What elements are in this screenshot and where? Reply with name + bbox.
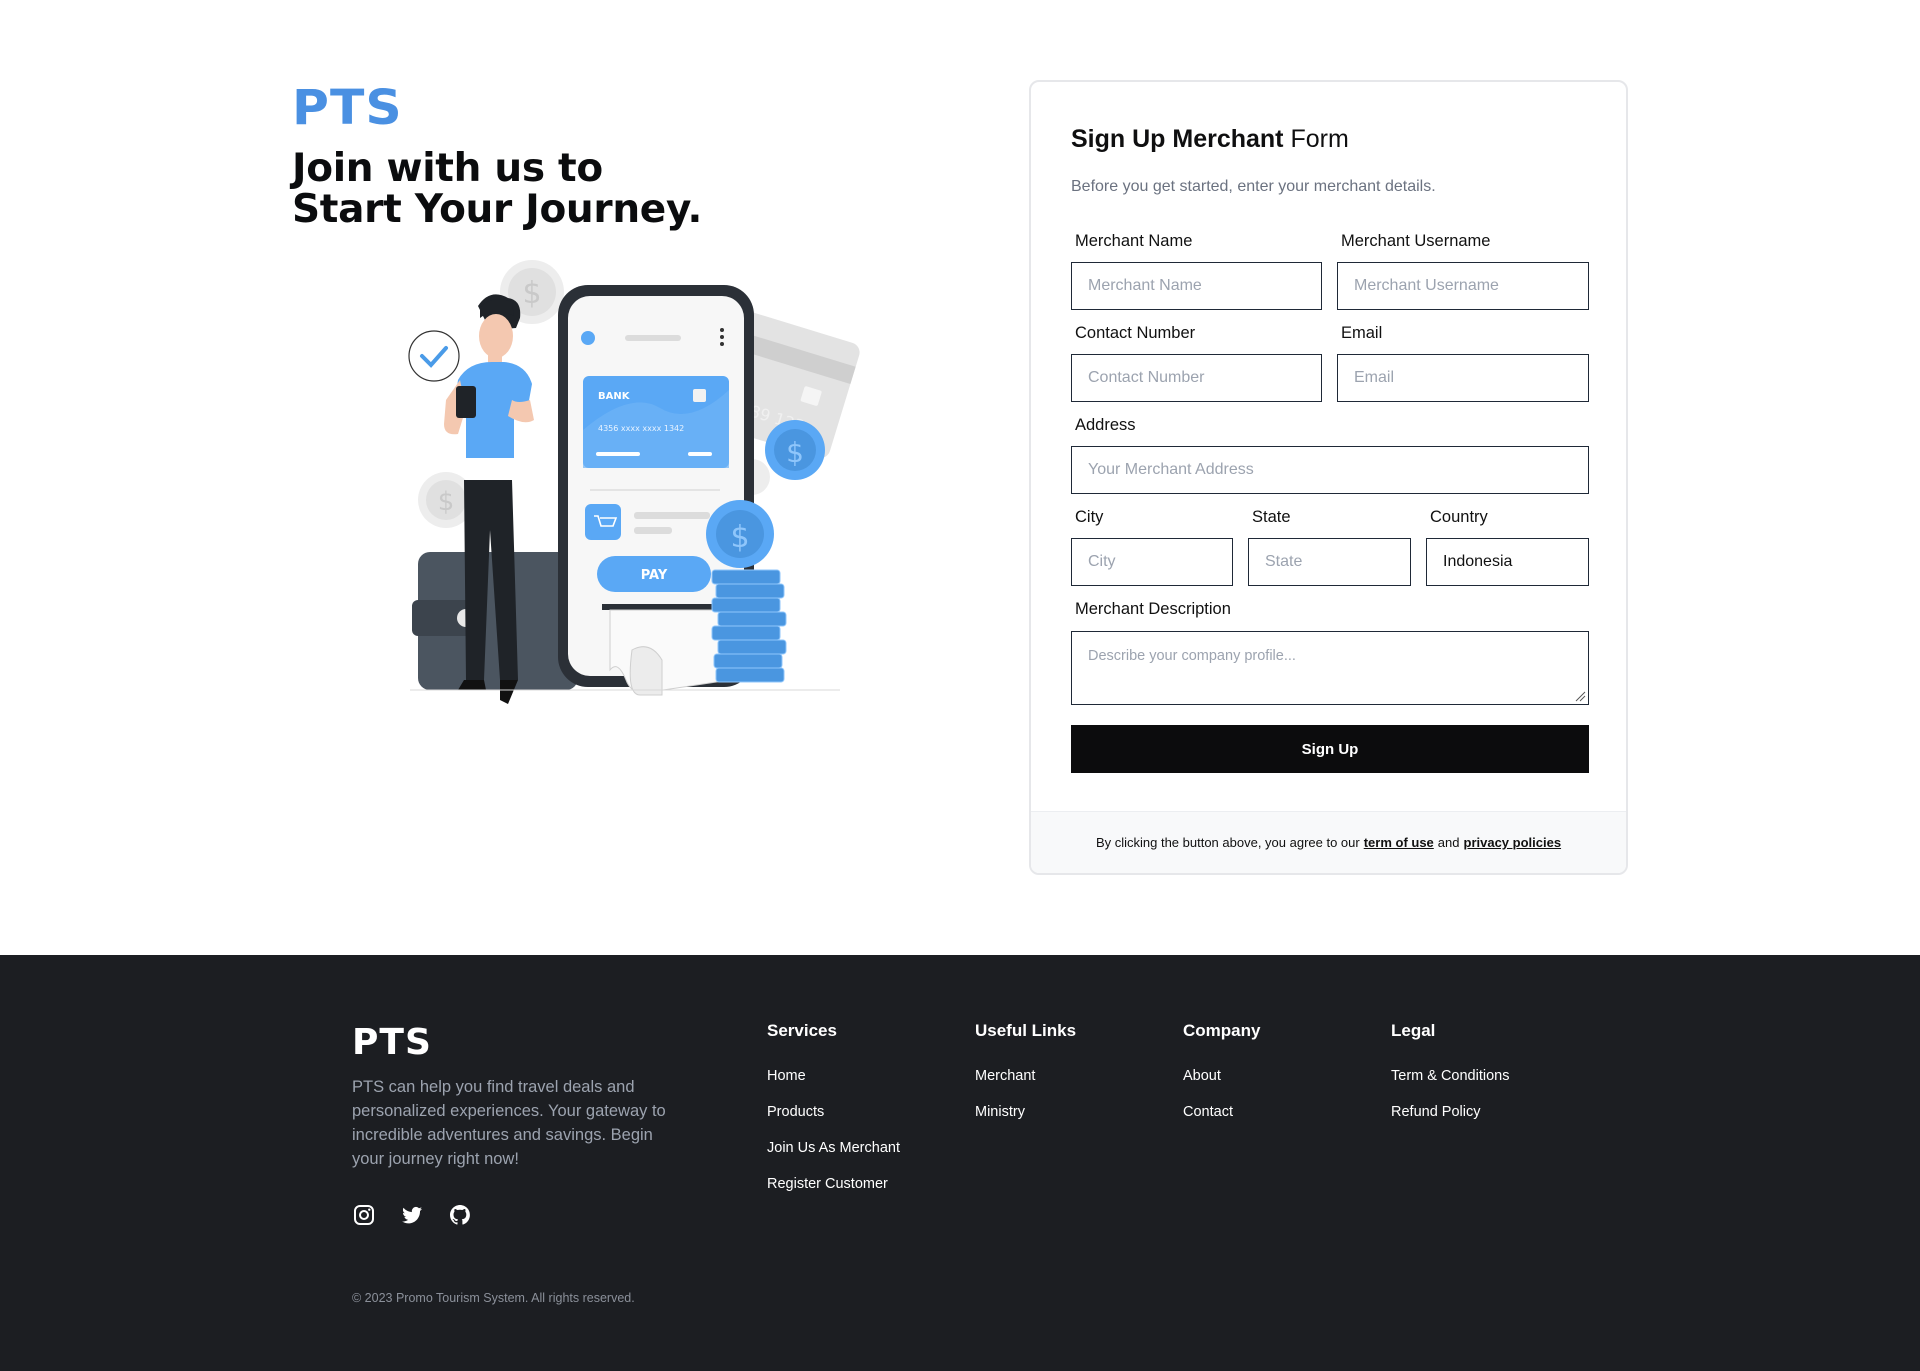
merchant-name-input[interactable]: Merchant Name [1071,262,1322,310]
description-label: Merchant Description [1075,600,1231,618]
bank-card-label: BANK [598,391,631,402]
github-icon[interactable] [448,1203,472,1227]
description-placeholder: Describe your company profile... [1088,648,1296,664]
check-icon [408,330,460,382]
contact-number-input[interactable]: Contact Number [1071,354,1322,402]
bank-card-number: 4356 xxxx xxxx 1342 [598,424,684,433]
city-input[interactable]: City [1071,538,1233,586]
coin-stack [711,569,787,683]
state-label: State [1252,508,1291,526]
footer-link-contact[interactable]: Contact [1183,1104,1233,1120]
footer-link-refund-policy[interactable]: Refund Policy [1391,1104,1480,1120]
svg-text:$: $ [730,520,749,555]
svg-text:$: $ [438,487,455,517]
page: PTS Join with us to Start Your Journey. … [0,0,1920,1371]
privacy-policies-link[interactable]: privacy policies [1464,835,1562,850]
footer-link-join-merchant[interactable]: Join Us As Merchant [767,1140,900,1156]
description-textarea[interactable]: Describe your company profile... [1071,631,1589,705]
footer-link-register-customer[interactable]: Register Customer [767,1176,888,1192]
form-subtitle: Before you get started, enter your merch… [1071,178,1436,195]
agree-text: By clicking the button above, you agree … [1095,835,1360,850]
terms-notice: By clicking the button above, you agree … [1031,811,1626,873]
cart-icon [585,504,621,540]
footer-logo[interactable]: PTS [352,1022,432,1063]
footer-link-products[interactable]: Products [767,1104,824,1120]
payment-illustration: 789 123 $ $ BANK 4356 xxxx xxxx 1342 PAY… [408,260,860,704]
sign-up-button[interactable]: Sign Up [1071,725,1589,773]
hero-title-line1: Join with us to [292,146,603,191]
country-input[interactable]: Indonesia [1426,538,1589,586]
form-title-bold: Sign Up Merchant [1071,125,1284,153]
form-title-rest: Form [1290,125,1349,153]
footer-link-merchant[interactable]: Merchant [975,1068,1035,1084]
form-title: Sign Up Merchant Form [1071,125,1349,154]
svg-text:$: $ [786,436,804,469]
address-input[interactable]: Your Merchant Address [1071,446,1589,494]
address-label: Address [1075,416,1136,434]
country-label: Country [1430,508,1488,526]
copyright: © 2023 Promo Tourism System. All rights … [352,1291,635,1305]
resize-handle-icon[interactable] [1574,690,1586,702]
company-heading: Company [1183,1021,1261,1040]
state-input[interactable]: State [1248,538,1411,586]
contact-number-label: Contact Number [1075,324,1196,342]
twitter-icon[interactable] [400,1203,424,1227]
hero-title-line2: Start Your Journey. [292,187,703,232]
services-heading: Services [767,1021,837,1040]
term-of-use-link[interactable]: term of use [1364,835,1434,850]
merchant-username-input[interactable]: Merchant Username [1337,262,1589,310]
svg-text:$: $ [522,276,541,311]
email-label: Email [1341,324,1383,342]
pay-label: PAY [641,568,668,583]
city-label: City [1075,508,1104,526]
merchant-name-label: Merchant Name [1075,232,1193,250]
footer-link-terms[interactable]: Term & Conditions [1391,1068,1509,1084]
instagram-icon[interactable] [352,1203,376,1227]
hero-title: Join with us to Start Your Journey. [292,148,702,230]
email-input[interactable]: Email [1337,354,1589,402]
useful-links-heading: Useful Links [975,1021,1077,1040]
merchant-username-label: Merchant Username [1341,232,1491,250]
footer-link-about[interactable]: About [1183,1068,1221,1084]
footer-link-home[interactable]: Home [767,1068,806,1084]
footer-link-ministry[interactable]: Ministry [975,1104,1025,1120]
footer: PTS PTS can help you find travel deals a… [0,955,1920,1371]
legal-heading: Legal [1391,1021,1436,1040]
brand-logo[interactable]: PTS [292,80,403,136]
and-text: and [1437,835,1460,850]
signup-form-card: Sign Up Merchant Form Before you get sta… [1029,80,1628,875]
footer-description: PTS can help you find travel deals and p… [352,1078,666,1168]
